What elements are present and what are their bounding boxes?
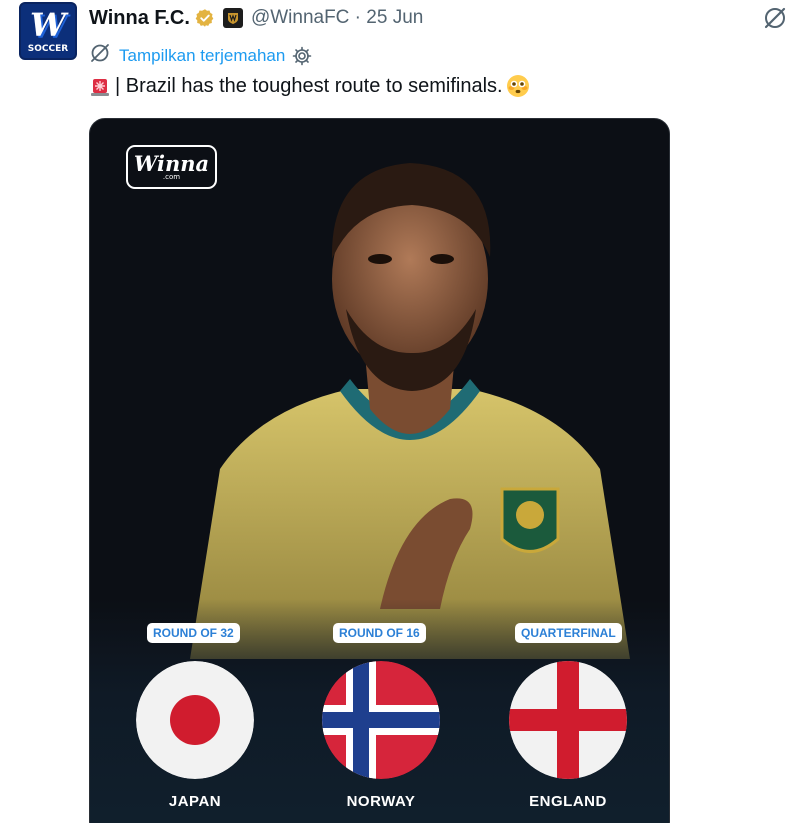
account-name[interactable]: Winna F.C.	[89, 7, 190, 30]
translate-icon	[89, 42, 111, 69]
round-label-2: ROUND OF 16	[333, 623, 426, 643]
grok-icon[interactable]	[762, 5, 788, 36]
player-photo	[190, 163, 630, 659]
gear-icon[interactable]	[292, 46, 312, 66]
round-label-3: QUARTERFINAL	[515, 623, 622, 643]
account-handle-and-date[interactable]: @WinnaFC · 25 Jun	[251, 7, 423, 29]
verified-badge-icon	[195, 8, 215, 28]
translate-link[interactable]: Tampilkan terjemahan	[119, 46, 285, 66]
norway-flag-icon	[322, 661, 440, 779]
tweet-body: | Brazil has the toughest route to semif…	[115, 74, 503, 97]
siren-emoji-icon	[89, 75, 111, 97]
england-flag-icon	[509, 661, 627, 779]
logo-sub-text: .com	[162, 173, 181, 181]
account-avatar[interactable]: W SOCCER	[19, 2, 77, 60]
country-name-1: JAPAN	[168, 793, 222, 810]
round-label-1: ROUND OF 32	[147, 623, 240, 643]
tweet-header: Winna F.C. @WinnaFC · 25 Jun	[89, 4, 423, 32]
avatar-letter: W	[30, 6, 66, 44]
country-name-3: ENGLAND	[529, 793, 607, 810]
tweet-media-image[interactable]: Winna .com ROUND OF 32 ROUND OF 16 QUART…	[89, 118, 670, 823]
tweet-text: | Brazil has the toughest route to semif…	[89, 74, 530, 98]
winna-logo: Winna .com	[126, 145, 217, 189]
japan-flag-icon	[136, 661, 254, 779]
flushed-face-emoji-icon	[506, 74, 530, 98]
country-name-2: NORWAY	[346, 793, 416, 810]
avatar-subtext: SOCCER	[27, 44, 69, 54]
translate-row[interactable]: Tampilkan terjemahan	[89, 42, 312, 69]
affiliate-badge-icon[interactable]	[222, 8, 243, 28]
logo-main-text: Winna	[133, 151, 210, 176]
